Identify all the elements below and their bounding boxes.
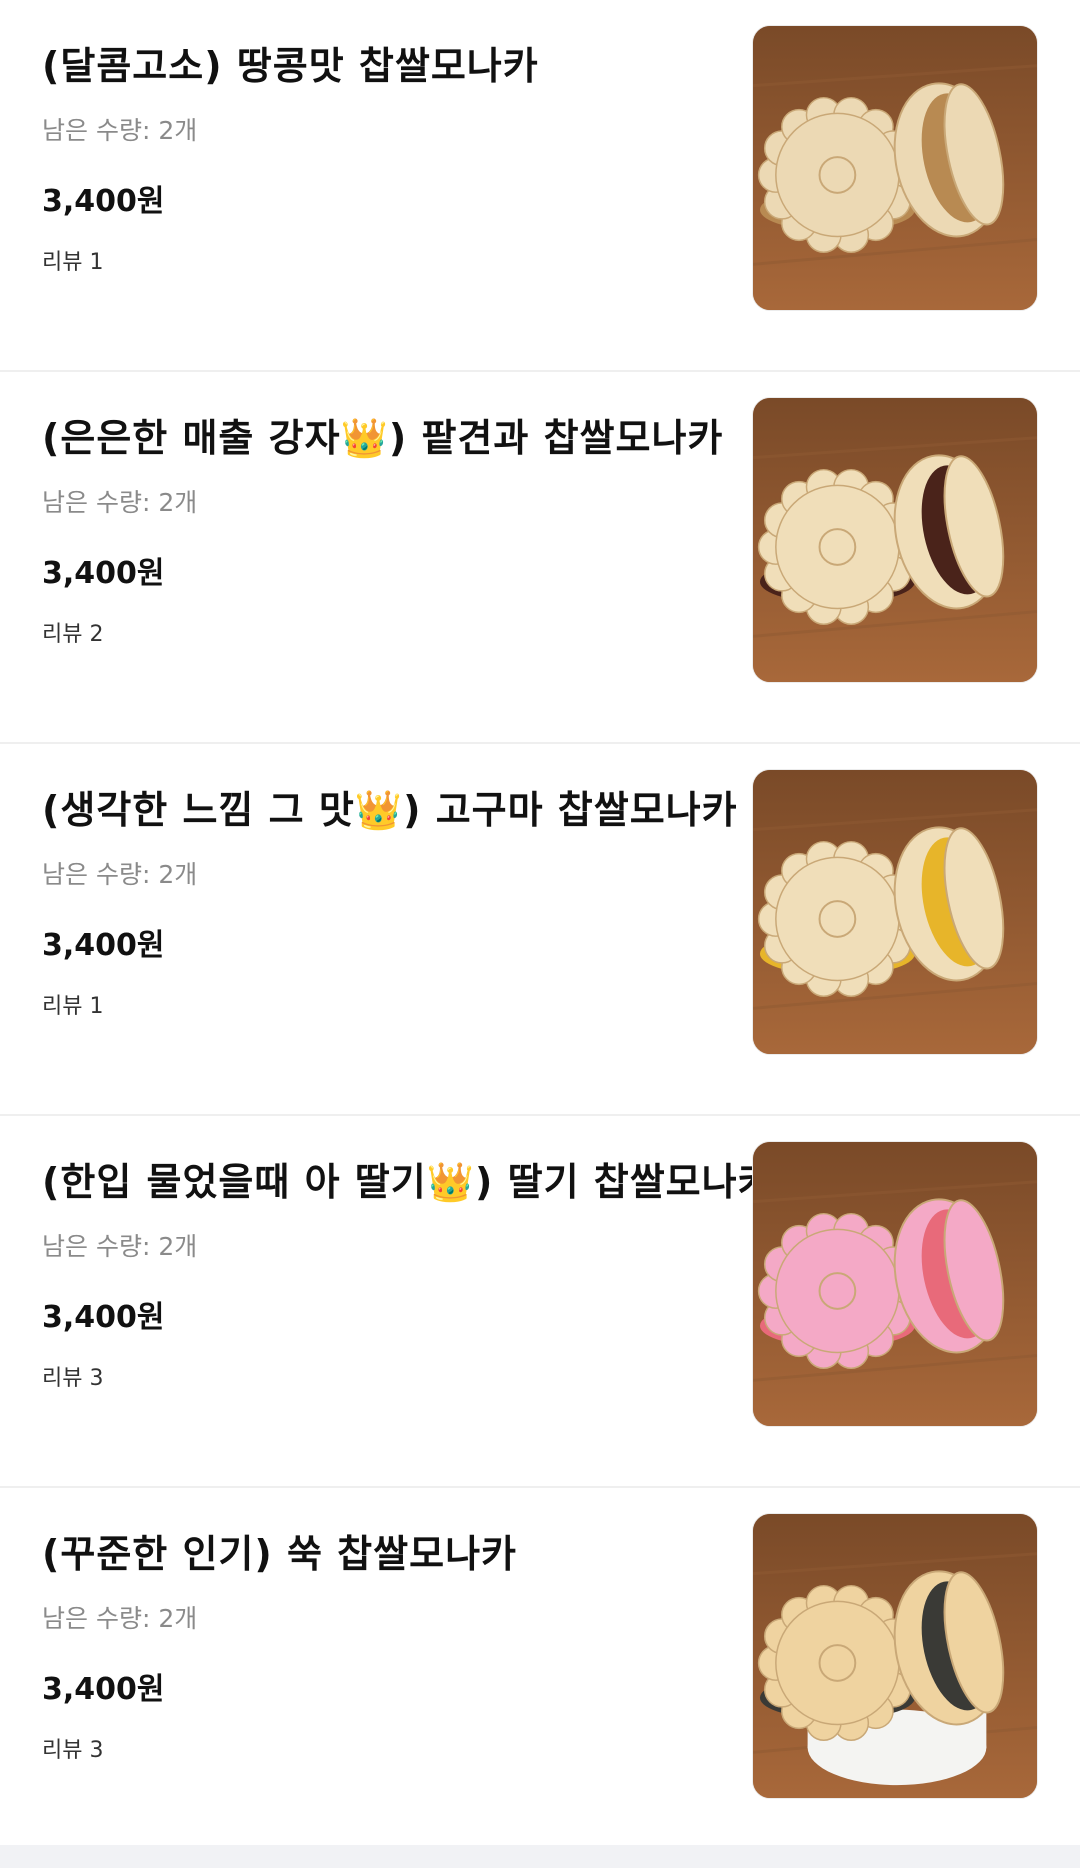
menu-item[interactable]: (달콤고소) 땅콩맛 찹쌀모나카 남은 수량: 2개 3,400원 리뷰 1 [0, 0, 1080, 372]
menu-item-price: 3,400원 [42, 928, 165, 963]
menu-list: (달콤고소) 땅콩맛 찹쌀모나카 남은 수량: 2개 3,400원 리뷰 1 (… [0, 0, 1080, 1868]
menu-item-info: (달콤고소) 땅콩맛 찹쌀모나카 남은 수량: 2개 3,400원 리뷰 1 [42, 40, 722, 278]
sweetpotato-monaka-image[interactable] [752, 769, 1038, 1055]
menu-item-review-count[interactable]: 리뷰 1 [42, 248, 722, 278]
menu-item-review-count[interactable]: 리뷰 2 [42, 620, 722, 650]
mugwort-monaka-image[interactable] [752, 1513, 1038, 1799]
menu-item[interactable]: (은은한 매출 강자👑) 팥견과 찹쌀모나카 남은 수량: 2개 3,400원 … [0, 372, 1080, 744]
menu-item-price: 3,400원 [42, 1672, 165, 1707]
menu-item-stock: 남은 수량: 2개 [42, 116, 198, 145]
menu-item-price: 3,400원 [42, 1300, 165, 1335]
menu-item-info: (꾸준한 인기) 쑥 찹쌀모나카 남은 수량: 2개 3,400원 리뷰 3 [42, 1528, 722, 1766]
menu-item-review-count[interactable]: 리뷰 3 [42, 1364, 722, 1394]
menu-item[interactable]: (한입 물었을때 아 딸기👑) 딸기 찹쌀모나카 남은 수량: 2개 3,400… [0, 1116, 1080, 1488]
strawberry-monaka-image[interactable] [752, 1141, 1038, 1427]
redbean-monaka-image[interactable] [752, 397, 1038, 683]
menu-item-name: (달콤고소) 땅콩맛 찹쌀모나카 [42, 44, 539, 88]
menu-item-stock: 남은 수량: 2개 [42, 860, 198, 889]
menu-item-stock: 남은 수량: 2개 [42, 488, 198, 517]
menu-item-name: (생각한 느낌 그 맛👑) 고구마 찹쌀모나카 [42, 788, 738, 832]
menu-item-review-count[interactable]: 리뷰 3 [42, 1736, 722, 1766]
menu-item-price: 3,400원 [42, 556, 165, 591]
menu-item-price: 3,400원 [42, 184, 165, 219]
menu-item-review-count[interactable]: 리뷰 1 [42, 992, 722, 1022]
menu-item-stock: 남은 수량: 2개 [42, 1232, 198, 1261]
menu-item-info: (생각한 느낌 그 맛👑) 고구마 찹쌀모나카 남은 수량: 2개 3,400원… [42, 784, 738, 1022]
menu-item-info: (한입 물었을때 아 딸기👑) 딸기 찹쌀모나카 남은 수량: 2개 3,400… [42, 1156, 774, 1394]
bottom-divider-strip [0, 1845, 1080, 1868]
menu-item-info: (은은한 매출 강자👑) 팥견과 찹쌀모나카 남은 수량: 2개 3,400원 … [42, 412, 722, 650]
menu-item-stock: 남은 수량: 2개 [42, 1604, 198, 1633]
peanut-monaka-image[interactable] [752, 25, 1038, 311]
menu-item-name: (한입 물었을때 아 딸기👑) 딸기 찹쌀모나카 [42, 1160, 774, 1204]
menu-item-name: (은은한 매출 강자👑) 팥견과 찹쌀모나카 [42, 416, 724, 460]
menu-item-name: (꾸준한 인기) 쑥 찹쌀모나카 [42, 1532, 517, 1576]
menu-item[interactable]: (꾸준한 인기) 쑥 찹쌀모나카 남은 수량: 2개 3,400원 리뷰 3 [0, 1488, 1080, 1860]
menu-item[interactable]: (생각한 느낌 그 맛👑) 고구마 찹쌀모나카 남은 수량: 2개 3,400원… [0, 744, 1080, 1116]
